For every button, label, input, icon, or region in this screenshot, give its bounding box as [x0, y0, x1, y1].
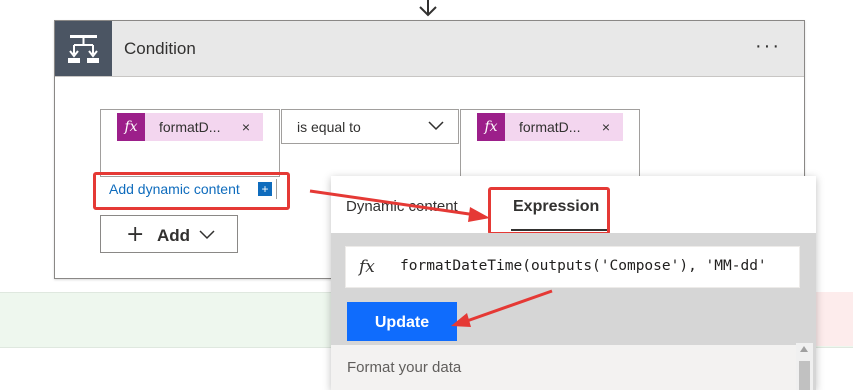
add-button[interactable]: + Add	[100, 215, 238, 253]
remove-token-icon[interactable]: ×	[242, 119, 250, 135]
condition-header[interactable]: Condition ···	[55, 21, 804, 77]
operator-dropdown[interactable]: is equal to	[281, 109, 459, 144]
left-operand-field[interactable]: fx formatD... ×	[100, 109, 280, 177]
remove-token-icon[interactable]: ×	[602, 119, 610, 135]
right-operand-field[interactable]: fx formatD... ×	[460, 109, 640, 177]
format-your-data-section[interactable]: Format your data	[331, 345, 799, 390]
function-icon: fx	[117, 113, 145, 141]
scrollbar-thumb[interactable]	[799, 361, 810, 390]
condition-title: Condition	[124, 39, 196, 58]
update-button[interactable]: Update	[347, 302, 457, 341]
annotation-highlight	[93, 172, 290, 210]
popup-caret	[315, 186, 333, 206]
scrollbar[interactable]	[796, 343, 813, 390]
operator-value: is equal to	[297, 119, 361, 135]
expression-input[interactable]: fx formatDateTime(outputs('Compose'), 'M…	[345, 246, 800, 288]
chevron-down-icon	[428, 121, 444, 131]
plus-icon: +	[126, 222, 145, 247]
expression-token-left[interactable]: fx formatD... ×	[117, 113, 263, 141]
arrow-down-icon	[419, 0, 437, 17]
update-button-label: Update	[374, 314, 430, 331]
token-label: formatD...	[519, 119, 581, 135]
background-row-red	[810, 292, 853, 346]
chevron-down-icon	[199, 230, 215, 240]
token-label: formatD...	[159, 119, 221, 135]
expression-panel: fx formatDateTime(outputs('Compose'), 'M…	[331, 233, 816, 390]
condition-icon	[55, 21, 112, 76]
dynamic-content-popup: Dynamic content Expression fx formatDate…	[331, 176, 816, 390]
function-icon: fx	[477, 113, 505, 141]
add-button-label: Add	[157, 226, 191, 245]
more-options-icon[interactable]: ···	[755, 35, 781, 58]
tab-dynamic-content[interactable]: Dynamic content	[346, 198, 458, 215]
expression-token-right[interactable]: fx formatD... ×	[477, 113, 623, 141]
annotation-highlight	[488, 187, 610, 235]
section-label: Format your data	[347, 359, 462, 376]
function-icon: fx	[359, 257, 375, 277]
scroll-up-icon[interactable]	[799, 345, 809, 353]
expression-text[interactable]: formatDateTime(outputs('Compose'), 'MM-d…	[400, 258, 767, 274]
